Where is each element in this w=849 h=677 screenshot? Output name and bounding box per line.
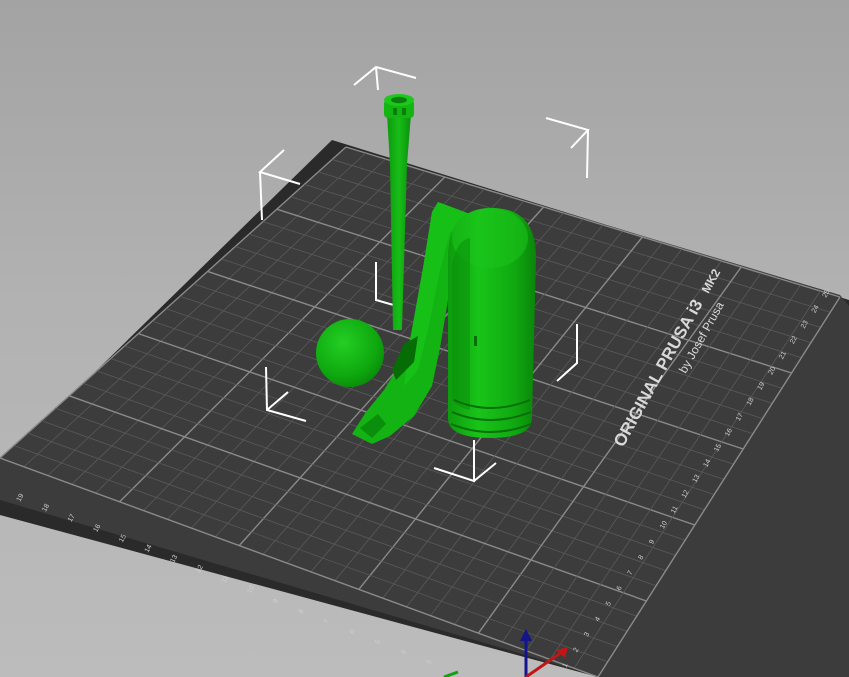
print-bed [0, 140, 849, 677]
scene-canvas[interactable]: ORIGINAL PRUSA i3 MK2 by Josef Prusa 252… [0, 0, 849, 677]
sphere[interactable] [316, 319, 384, 387]
bed-edge-number: 10 [246, 584, 256, 594]
bed-surface [0, 147, 849, 677]
bed-edge-number: 4 [400, 649, 408, 656]
y-axis-line [443, 670, 459, 677]
bed-edge-number: 8 [298, 608, 306, 615]
bed-edge-number: 9 [272, 598, 280, 605]
bed-edge-number: 7 [323, 618, 331, 625]
bed-edge-number: 3 [426, 659, 434, 666]
bed-edge-number: 6 [349, 629, 357, 636]
cylindrical-body[interactable] [448, 208, 536, 438]
bed-edge-number: 5 [374, 639, 382, 646]
3d-viewport[interactable]: ORIGINAL PRUSA i3 MK2 by Josef Prusa 25 2… [0, 0, 849, 677]
